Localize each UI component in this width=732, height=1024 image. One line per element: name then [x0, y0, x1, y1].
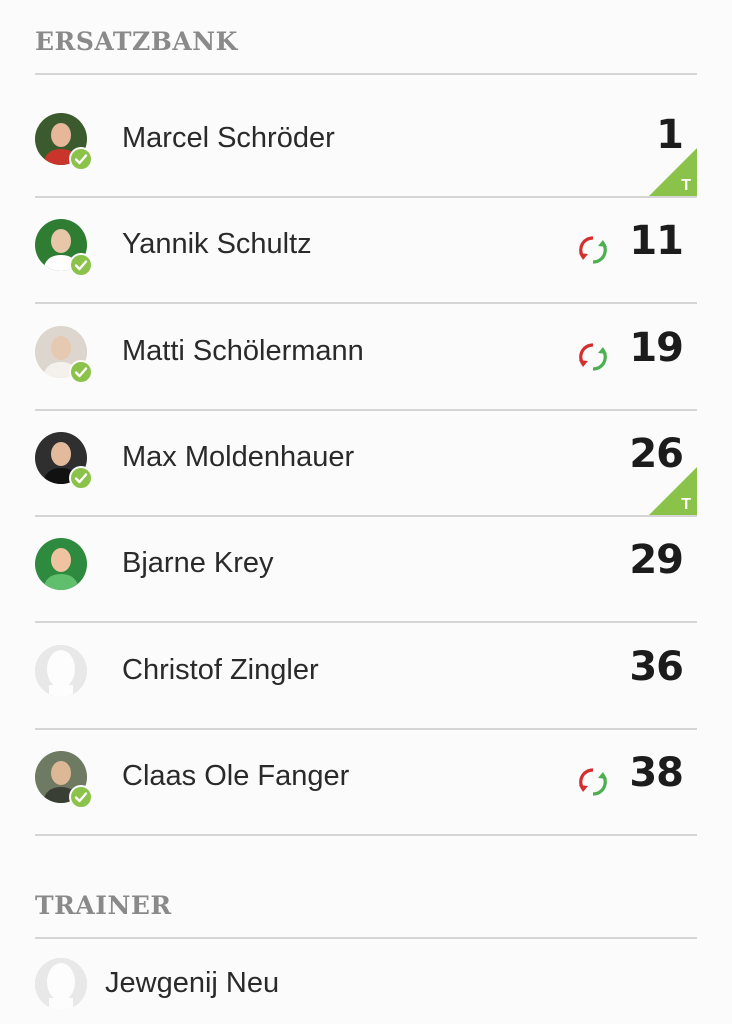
section-divider [35, 73, 697, 75]
substitution-arrows-icon [579, 236, 607, 264]
avatar [35, 538, 87, 591]
tag-label: T [681, 177, 691, 194]
section-title-trainer: TRAINER [35, 891, 172, 920]
tag-label: T [681, 495, 691, 513]
player-name: Claas Ole Fanger [122, 759, 350, 792]
avatar-placeholder-icon [35, 958, 87, 1010]
check-circle-icon [69, 465, 93, 490]
jersey-number: 29 [629, 537, 684, 584]
player-name: Marcel Schröder [122, 122, 335, 154]
player-name: Matti Schölermann [122, 334, 364, 367]
row-divider [35, 833, 697, 836]
player-row[interactable]: Christof Zingler 36 [35, 624, 697, 730]
player-name: Bjarne Krey [122, 547, 274, 580]
jersey-number: 11 [629, 218, 684, 265]
player-name: Max Moldenhauer [122, 440, 355, 473]
player-row[interactable]: Bjarne Krey 29 [35, 517, 697, 624]
check-circle-icon [69, 253, 93, 278]
jersey-number: 38 [629, 749, 684, 796]
player-name: Christof Zingler [122, 653, 319, 686]
jersey-number: 19 [629, 324, 684, 371]
jersey-number: 36 [629, 643, 684, 690]
player-row[interactable]: Matti Schölermann 19 [35, 305, 697, 411]
player-row[interactable]: Marcel Schröder 1 T [35, 92, 697, 198]
section-divider [35, 937, 697, 939]
player-row[interactable]: Max Moldenhauer 26 T [35, 411, 697, 517]
substitution-arrows-icon [579, 342, 607, 371]
avatar-placeholder-icon [35, 644, 87, 697]
check-circle-icon [69, 359, 93, 384]
player-row[interactable]: Yannik Schultz 11 [35, 198, 697, 305]
check-circle-icon [69, 147, 93, 171]
trainer-row[interactable]: Jewgenij Neu [35, 955, 697, 1015]
substitution-arrows-icon [579, 768, 607, 796]
player-name: Yannik Schultz [122, 228, 312, 261]
player-row[interactable]: Claas Ole Fanger 38 [35, 730, 697, 836]
lineup-panel: ERSATZBANK Marcel Schröder 1 T Yannik Sc… [0, 0, 732, 1024]
section-title-bench: ERSATZBANK [35, 27, 238, 56]
check-circle-icon [69, 784, 93, 809]
trainer-name: Jewgenij Neu [105, 967, 280, 999]
